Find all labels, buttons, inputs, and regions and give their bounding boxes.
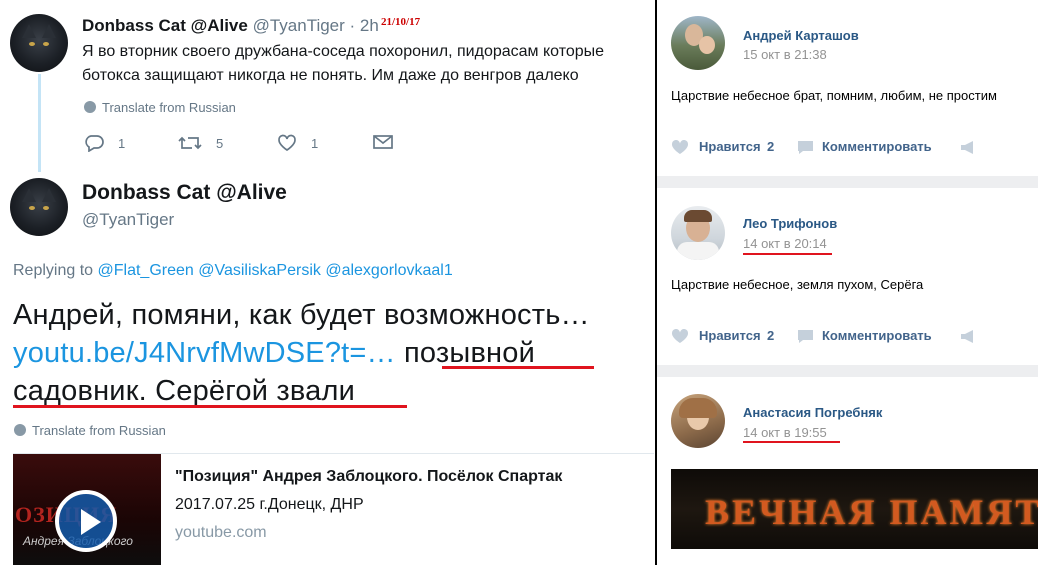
replying-prefix: Replying to	[13, 262, 98, 279]
comment1-text: Царствие небесное брат, помним, любим, н…	[671, 88, 997, 103]
card-title[interactable]: "Позиция" Андрея Заблоцкого. Посёлок Спа…	[175, 468, 562, 486]
retweet-icon	[178, 136, 202, 150]
comment3-date[interactable]: 14 окт в 19:55	[743, 425, 827, 440]
reply-button[interactable]: 1	[84, 134, 125, 152]
comment-button[interactable]: Комментировать	[822, 328, 932, 343]
comment-separator	[657, 176, 1038, 188]
tweet2-display-name[interactable]: Donbass Cat @Alive	[82, 181, 287, 205]
retweet-count: 5	[216, 135, 224, 151]
mention-link[interactable]: @alexgorlovkaal1	[325, 262, 452, 279]
heart-icon	[671, 329, 689, 343]
youtube-link[interactable]: youtu.be/J4NrvfMwDSE?t=…	[13, 337, 396, 369]
comment2-author[interactable]: Лео Трифонов	[743, 216, 837, 231]
youtube-card[interactable]: ОЗИЦИЯ Андрея Заблоцкого "Позиция" Андре…	[13, 453, 654, 565]
reply-icon	[85, 135, 104, 152]
megaphone-icon[interactable]	[959, 329, 977, 344]
video-thumbnail[interactable]: ОЗИЦИЯ Андрея Заблоцкого	[13, 454, 161, 565]
mention-link[interactable]: @VasiliskaPersik	[198, 262, 321, 279]
like-count: 2	[767, 139, 775, 154]
red-underline-annotation	[743, 253, 832, 255]
red-underline-annotation	[442, 366, 594, 369]
comment3-avatar[interactable]	[671, 394, 725, 448]
tweet2-translate-link[interactable]: Translate from Russian	[14, 423, 166, 438]
red-underline-annotation	[743, 441, 840, 443]
comment-icon	[798, 141, 813, 154]
comment1-avatar[interactable]	[671, 16, 725, 70]
comment3-image[interactable]: ВЕЧНАЯ ПАМЯТЬ	[671, 469, 1038, 549]
comment2-actions: Нравится 2 Комментировать	[671, 326, 1031, 346]
like-button[interactable]: Нравится	[699, 328, 761, 343]
card-description: 2017.07.25 г.Донецк, ДНР	[175, 496, 364, 513]
globe-icon	[84, 101, 96, 113]
heart-icon	[671, 140, 689, 154]
play-icon[interactable]	[55, 490, 117, 552]
comment-separator	[657, 365, 1038, 377]
tweet2-text: Андрей, помяни, как будет возможность… y…	[13, 296, 654, 410]
red-underline-annotation	[13, 405, 407, 408]
direct-message-button[interactable]	[373, 134, 393, 150]
tweet1-text: Я во вторник своего дружбана-соседа похо…	[82, 43, 605, 84]
twitter-thread: Donbass Cat @Alive @TyanTiger · 2h 21/10…	[0, 0, 654, 565]
tweet1-handle[interactable]: @TyanTiger · 2h	[253, 16, 379, 35]
heart-icon	[278, 134, 296, 152]
vk-comments: Андрей Карташов 15 окт в 21:38 Царствие …	[657, 0, 1038, 565]
tweet2-text-part1: Андрей, помяни, как будет возможность…	[13, 299, 590, 331]
banner-text: ВЕЧНАЯ ПАМЯТЬ	[705, 492, 1038, 532]
like-count: 1	[311, 135, 319, 151]
globe-icon	[14, 424, 26, 436]
retweet-button[interactable]: 5	[178, 134, 223, 152]
thread-connector-line	[38, 74, 41, 172]
megaphone-icon[interactable]	[959, 140, 977, 155]
comment2-date[interactable]: 14 окт в 20:14	[743, 236, 827, 251]
like-button[interactable]: 1	[277, 134, 318, 152]
tweet1-avatar[interactable]	[10, 14, 68, 72]
comment2-text: Царствие небесное, земля пухом, Серёга	[671, 277, 924, 292]
card-domain: youtube.com	[175, 524, 267, 541]
comment1-date[interactable]: 15 окт в 21:38	[743, 47, 827, 62]
tweet2-handle[interactable]: @TyanTiger	[82, 210, 174, 230]
comment-icon	[798, 330, 813, 343]
comment-button[interactable]: Комментировать	[822, 139, 932, 154]
tweet1-display-name[interactable]: Donbass Cat @Alive	[82, 16, 248, 35]
like-count: 2	[767, 328, 775, 343]
replying-to: Replying to @Flat_Green @VasiliskaPersik…	[13, 262, 453, 280]
comment1-actions: Нравится 2 Комментировать	[671, 137, 1031, 157]
mention-link[interactable]: @Flat_Green	[98, 262, 194, 279]
tweet1-translate-link[interactable]: Translate from Russian	[84, 100, 236, 115]
like-button[interactable]: Нравится	[699, 139, 761, 154]
tweet2-translate-label: Translate from Russian	[32, 423, 166, 438]
comment2-avatar[interactable]	[671, 206, 725, 260]
envelope-icon	[373, 135, 393, 149]
date-stamp-annotation: 21/10/17	[381, 16, 421, 28]
comment1-author[interactable]: Андрей Карташов	[743, 28, 859, 43]
tweet2-avatar[interactable]	[10, 178, 68, 236]
reply-count: 1	[118, 135, 126, 151]
tweet1-translate-label: Translate from Russian	[102, 100, 236, 115]
tweet1-author[interactable]: Donbass Cat @Alive @TyanTiger · 2h	[82, 16, 379, 36]
comment3-author[interactable]: Анастасия Погребняк	[743, 405, 882, 420]
